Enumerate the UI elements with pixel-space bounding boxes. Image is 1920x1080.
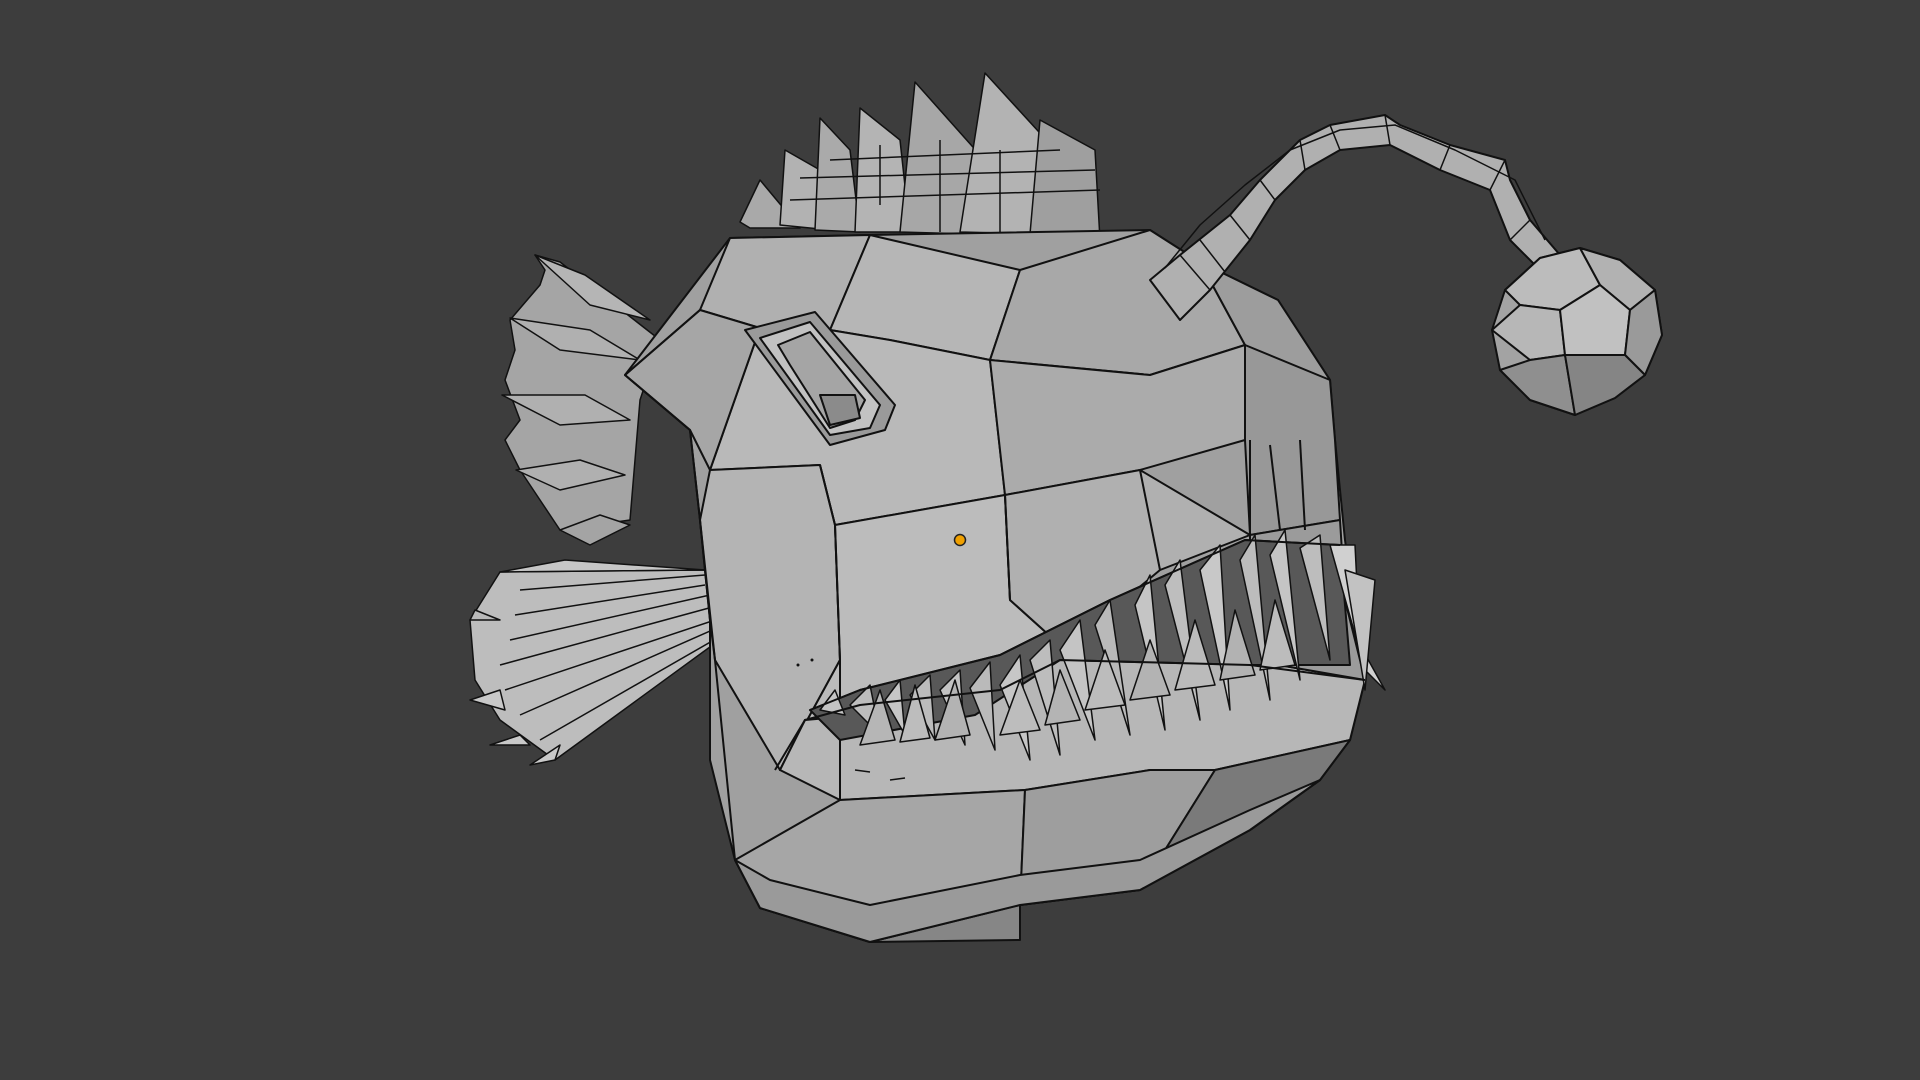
lure-stalk[interactable] [1149,114,1561,321]
rear-fin[interactable] [501,254,661,546]
pectoral-fin[interactable] [469,559,741,766]
object-origin-marker[interactable] [953,533,967,547]
3d-viewport[interactable] [0,0,1920,1080]
scene-canvas[interactable] [0,0,1920,1080]
dorsal-fin-spikes[interactable] [739,72,1101,241]
lure-bulb[interactable] [1491,247,1663,416]
